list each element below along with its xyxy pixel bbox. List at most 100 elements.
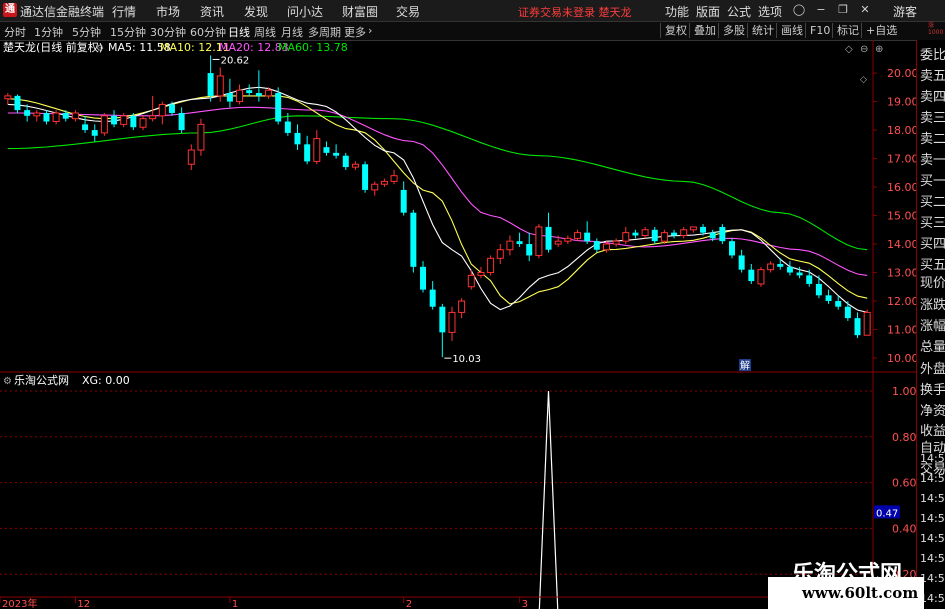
tool-diejia[interactable]: 叠加 [689, 23, 716, 38]
candle-body [82, 124, 89, 131]
period-fenshi[interactable]: 分时 [4, 24, 26, 40]
candle-body [4, 95, 12, 100]
candle-body [516, 241, 523, 245]
candle-body [351, 163, 359, 168]
candle-body [111, 115, 118, 125]
candle-body [236, 89, 244, 103]
tool-zixuan[interactable]: +自选 [861, 23, 897, 38]
restore-icon[interactable]: ❐ [836, 3, 850, 17]
candle-body [380, 180, 388, 185]
candle-body [62, 112, 69, 119]
tool-huaxian[interactable]: 画线 [776, 23, 803, 38]
period-30min[interactable]: 30分钟 [150, 24, 186, 40]
candle-body [757, 269, 765, 285]
kline-chart[interactable]: 楚天龙(日线 前复权) ⚙ MA5: 11.58 MA10: 12.11 MA2… [0, 40, 916, 609]
watermark: 乐淘公式网 www.60lt.com [768, 562, 924, 609]
period-monthly[interactable]: 月线 [281, 24, 303, 40]
menu-item-wenxiaoda[interactable]: 问小达 [287, 3, 323, 20]
candle-body [815, 283, 822, 296]
quote-label: 买四 [920, 237, 945, 252]
period-15min[interactable]: 15分钟 [110, 24, 146, 40]
menu-item-shichang[interactable]: 市场 [156, 3, 180, 20]
guest-label[interactable]: 游客 [893, 3, 917, 20]
period-weekly[interactable]: 周线 [254, 24, 276, 40]
user-icon[interactable]: ◯ [792, 3, 806, 17]
candle-body [448, 311, 456, 333]
tick-time: 14:56 [920, 532, 945, 545]
candle-body [709, 232, 716, 239]
more-chevron-icon[interactable]: › [368, 24, 372, 37]
candle-body [371, 183, 379, 191]
y-tick-label: 14.00 [887, 238, 916, 251]
tool-fuquan[interactable]: 复权 [660, 23, 687, 38]
zoom-out-icon[interactable]: ⊖ [860, 44, 868, 55]
candle-body [767, 263, 775, 271]
menu-item-zixun[interactable]: 资讯 [200, 3, 224, 20]
candle-body [738, 255, 745, 270]
tool-tongji[interactable]: 统计 [747, 23, 774, 38]
candle-body [33, 112, 41, 117]
x-tick-label: 2 [406, 599, 412, 609]
menu-item-gongshi[interactable]: 公式 [727, 3, 751, 20]
candle-body [574, 232, 581, 239]
period-5min[interactable]: 5分钟 [72, 24, 101, 40]
candle-body [216, 75, 224, 97]
candle-body [729, 241, 735, 256]
period-multi[interactable]: 多周期 [308, 24, 341, 40]
period-more[interactable]: 更多 [344, 24, 366, 40]
quote-label: 卖一 [920, 153, 945, 168]
period-daily[interactable]: 日线 [228, 24, 250, 40]
candle-body [632, 232, 639, 236]
close-icon[interactable]: ✕ [858, 3, 872, 17]
menu-item-faxian[interactable]: 发现 [244, 3, 268, 20]
candle-body [700, 226, 707, 233]
menu-item-jiaoyi[interactable]: 交易 [396, 3, 420, 20]
tiny-corner-label: 涨 1000 [928, 22, 944, 36]
sub-title: 乐淘公式网 [14, 374, 69, 387]
menu-item-hangqing[interactable]: 行情 [112, 3, 136, 20]
sub-y-tick-label: 0.60 [892, 477, 916, 490]
candle-body [149, 115, 157, 120]
quote-label: 外盘 [920, 362, 945, 377]
candle-body [207, 73, 214, 96]
tick-time: 14:56 [920, 452, 945, 465]
candle-body [564, 237, 572, 242]
candle-body [265, 89, 273, 97]
y-tick-label: 16.00 [887, 181, 916, 194]
candle-body [612, 240, 620, 245]
tool-biaoji[interactable]: 标记 [832, 23, 859, 38]
candle-body [602, 243, 610, 251]
minimize-icon[interactable]: − [814, 3, 828, 17]
tool-f10[interactable]: F10 [805, 23, 830, 38]
indicator-gear-icon[interactable]: ⚙ [96, 44, 104, 54]
menu-item-xuanxiang[interactable]: 选项 [758, 3, 782, 20]
diamond-small-icon[interactable]: ◇ [860, 75, 867, 85]
quote-label: 涨幅 [920, 319, 945, 334]
sub-gear-icon[interactable]: ⚙ [3, 376, 12, 387]
period-1min[interactable]: 1分钟 [34, 24, 63, 40]
candle-body [748, 269, 755, 282]
candle-body [641, 229, 649, 236]
candle-body [825, 295, 832, 302]
tool-duogu[interactable]: 多股 [718, 23, 745, 38]
period-60min[interactable]: 60分钟 [190, 24, 226, 40]
menu-item-gongneng[interactable]: 功能 [665, 3, 689, 20]
zoom-in-icon[interactable]: ⊕ [875, 44, 883, 55]
candle-body [554, 240, 562, 245]
candle-body [304, 144, 311, 162]
menu-bar: 通 通达信金融终端 行情 市场 资讯 发现 问小达 财富圈 交易 证券交易未登录… [0, 0, 945, 22]
candle-body [333, 152, 340, 156]
candle-body [458, 300, 466, 313]
quote-label: 净资 [920, 404, 945, 419]
candle-body [43, 112, 50, 122]
candle-body [14, 95, 21, 111]
menu-item-caifuquan[interactable]: 财富圈 [342, 3, 378, 20]
candle-body [390, 175, 398, 182]
diamond-icon[interactable]: ◇ [845, 44, 853, 55]
candle-body [158, 103, 166, 117]
xg-label: XG: 0.00 [82, 374, 130, 387]
menu-item-banmian[interactable]: 版面 [696, 3, 720, 20]
quote-label: 买一 [920, 174, 945, 189]
y-tick-label: 20.00 [887, 67, 916, 80]
candle-body [342, 155, 349, 168]
